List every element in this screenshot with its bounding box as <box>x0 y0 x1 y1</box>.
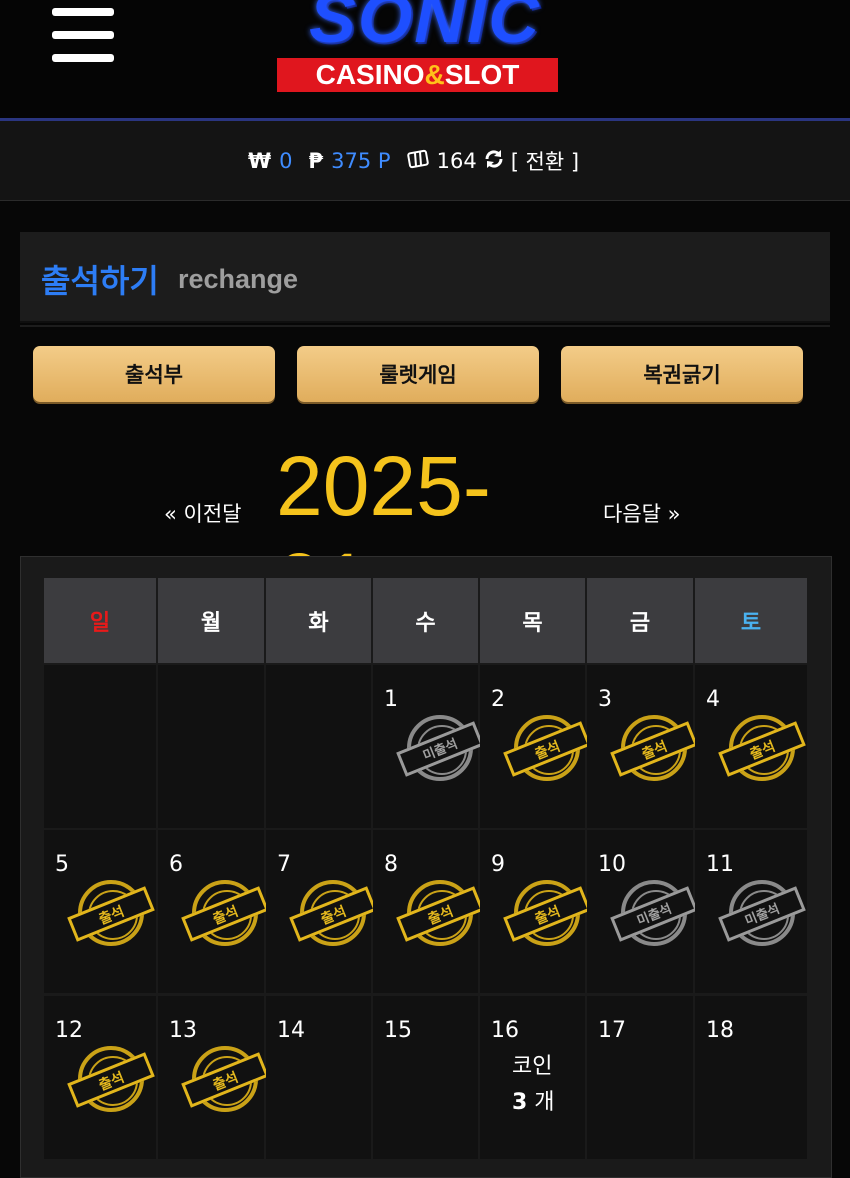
prev-month-link[interactable]: « 이전달 <box>164 498 241 528</box>
calendar-day-cell[interactable]: 1 미출석 <box>373 665 484 828</box>
convert-button[interactable]: [ 전환 ] <box>511 146 579 176</box>
calendar-day-cell[interactable]: 12 출석 <box>44 996 156 1159</box>
logo-casino-slot-banner: CASINO&SLOT <box>277 58 558 92</box>
calendar-day-number: 2 <box>491 687 505 712</box>
calendar-day-cell[interactable]: 14 <box>266 996 371 1159</box>
calendar-day-number: 15 <box>384 1018 412 1043</box>
attended-stamp-icon: 출석 <box>289 880 377 946</box>
cash-balance: ₩ 0 <box>248 149 293 173</box>
attended-stamp-icon: 출석 <box>67 880 155 946</box>
calendar-day-number: 16 <box>491 1018 519 1043</box>
calendar-day-cell[interactable]: 11 미출석 <box>695 830 807 993</box>
calendar-day-cell[interactable]: 9 출석 <box>480 830 591 993</box>
point-balance-value: 375 P <box>331 149 391 173</box>
calendar-day-number: 9 <box>491 852 505 877</box>
reward-count: 3 개 <box>512 1084 555 1116</box>
calendar-day-cell[interactable]: 3 출석 <box>587 665 698 828</box>
absent-stamp-icon: 미출석 <box>718 880 806 946</box>
calendar-day-cell[interactable]: 2 출석 <box>480 665 591 828</box>
calendar-empty-cell <box>158 665 264 828</box>
attended-stamp-icon: 출석 <box>610 715 698 781</box>
calendar-day-cell[interactable]: 4 출석 <box>695 665 807 828</box>
page-title: 출석하기 <box>41 262 159 300</box>
calendar-day-cell[interactable]: 13 출석 <box>158 996 269 1159</box>
weekday-header: 토 <box>695 578 807 663</box>
calendar-day-number: 8 <box>384 852 398 877</box>
reward-count-value: 3 <box>512 1090 528 1115</box>
weekday-header: 금 <box>587 578 693 663</box>
roulette-tab-button[interactable]: 룰렛게임 <box>297 346 539 402</box>
weekday-header: 목 <box>480 578 585 663</box>
calendar-day-cell[interactable]: 8 출석 <box>373 830 484 993</box>
attended-stamp-icon: 출석 <box>396 880 484 946</box>
divider <box>20 325 830 327</box>
calendar-day-cell[interactable]: 10 미출석 <box>587 830 698 993</box>
reward-label: 코인 <box>512 1054 553 1079</box>
calendar-day-number: 5 <box>55 852 69 877</box>
calendar-day-number: 14 <box>277 1018 305 1043</box>
calendar-day-number: 12 <box>55 1018 83 1043</box>
calendar-empty-cell <box>266 665 371 828</box>
point-balance: ₱ 375 P <box>309 149 391 173</box>
weekday-header: 월 <box>158 578 264 663</box>
attended-stamp-icon: 출석 <box>67 1046 155 1112</box>
reward-unit: 개 <box>527 1090 555 1115</box>
ticket-balance-value: 164 <box>436 149 477 173</box>
calendar-day-cell[interactable]: 16 코인 3 개 <box>480 996 585 1159</box>
calendar-day-cell[interactable]: 5 출석 <box>44 830 156 993</box>
calendar-day-number: 17 <box>598 1018 626 1043</box>
calendar-day-cell[interactable]: 7 출석 <box>266 830 377 993</box>
weekday-header: 일 <box>44 578 156 663</box>
site-header: SONIC CASINO&SLOT <box>0 0 850 121</box>
ticket-balance: 164 <box>406 149 477 174</box>
page-subtitle: rechange <box>178 264 299 294</box>
point-icon: ₱ <box>308 149 324 173</box>
calendar-day-cell[interactable]: 6 출석 <box>158 830 269 993</box>
attended-stamp-icon: 출석 <box>503 715 591 781</box>
calendar-day-cell[interactable]: 17 <box>587 996 693 1159</box>
calendar-day-number: 11 <box>706 852 734 877</box>
attended-stamp-icon: 출석 <box>181 1046 269 1112</box>
cash-balance-value: 0 <box>279 149 293 173</box>
next-month-link[interactable]: 다음달 » <box>603 498 680 528</box>
weekday-header: 수 <box>373 578 478 663</box>
lottery-tab-button[interactable]: 복권긁기 <box>561 346 803 402</box>
calendar-empty-cell <box>44 665 156 828</box>
attended-stamp-icon: 출석 <box>503 880 591 946</box>
site-logo[interactable]: SONIC CASINO&SLOT <box>240 0 590 100</box>
hamburger-menu-icon[interactable] <box>52 8 114 64</box>
calendar-day-cell[interactable]: 15 <box>373 996 478 1159</box>
calendar-day-cell[interactable]: 18 <box>695 996 807 1159</box>
calendar-day-number: 6 <box>169 852 183 877</box>
calendar-day-number: 4 <box>706 687 720 712</box>
ticket-icon <box>406 149 429 174</box>
absent-stamp-icon: 미출석 <box>610 880 698 946</box>
calendar-day-number: 1 <box>384 687 398 712</box>
logo-sonic-text: SONIC <box>309 0 541 57</box>
refresh-icon[interactable] <box>483 148 505 175</box>
weekday-header: 화 <box>266 578 371 663</box>
calendar-day-number: 13 <box>169 1018 197 1043</box>
attended-stamp-icon: 출석 <box>718 715 806 781</box>
calendar-day-number: 10 <box>598 852 626 877</box>
won-icon: ₩ <box>248 149 272 173</box>
attended-stamp-icon: 출석 <box>181 880 269 946</box>
attendance-tab-button[interactable]: 출석부 <box>33 346 275 402</box>
calendar-day-number: 7 <box>277 852 291 877</box>
calendar-day-number: 3 <box>598 687 612 712</box>
calendar-day-number: 18 <box>706 1018 734 1043</box>
absent-stamp-icon: 미출석 <box>396 715 484 781</box>
balance-info: ₩ 0 ₱ 375 P 164 [ 전환 ] <box>248 146 579 176</box>
